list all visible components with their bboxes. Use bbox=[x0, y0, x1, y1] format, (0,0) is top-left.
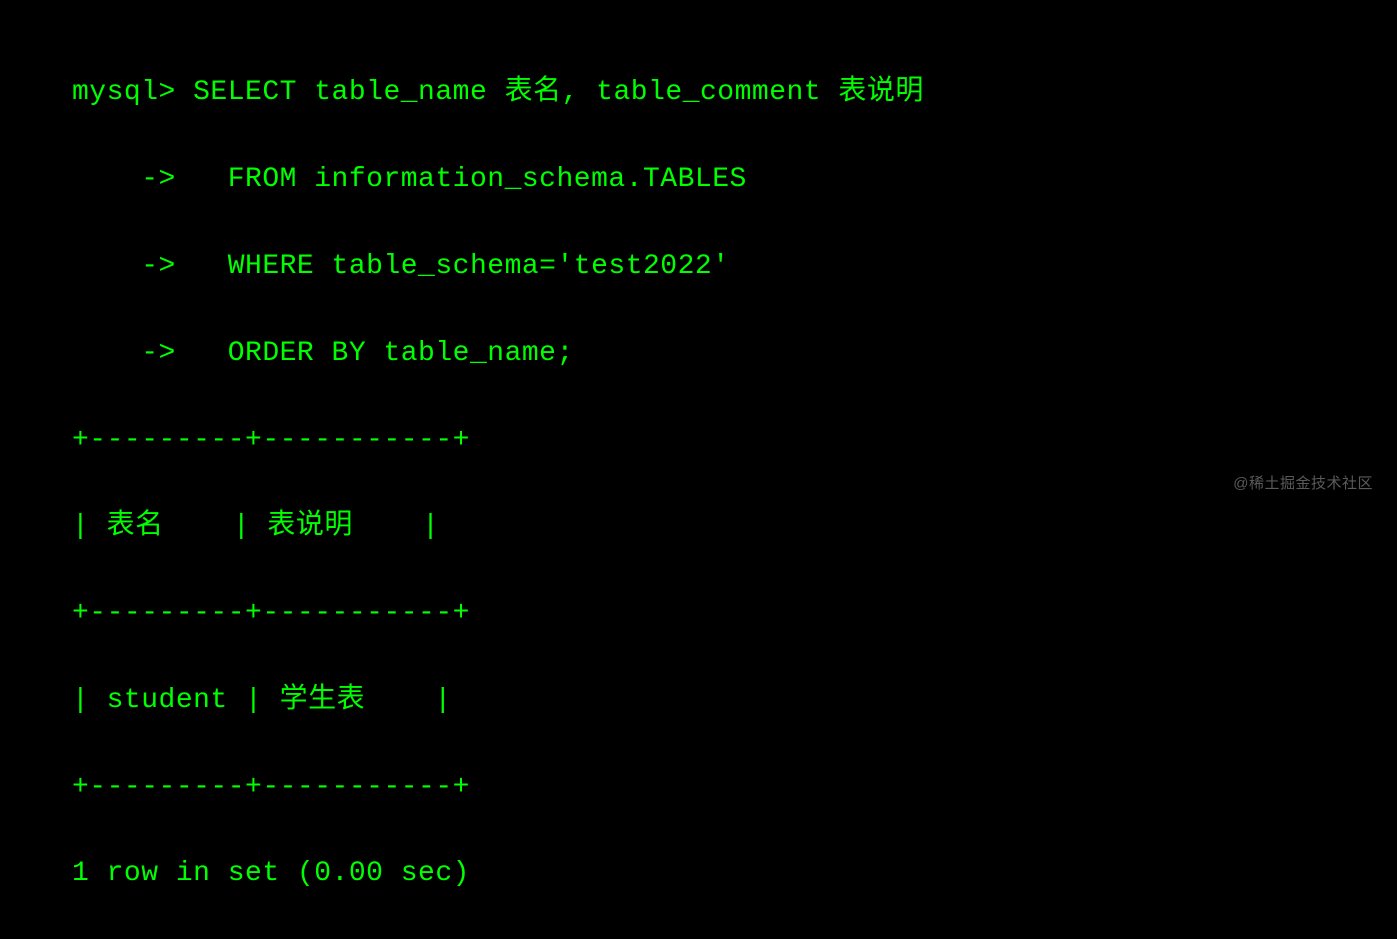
sql-command-line-1: mysql> SELECT table_name 表名, table_comme… bbox=[72, 71, 1397, 114]
table-header-row: | 表名 | 表说明 | bbox=[72, 505, 1397, 548]
sql-command-line-4: -> ORDER BY table_name; bbox=[72, 332, 1397, 375]
table-data-row: | student | 学生表 | bbox=[72, 679, 1397, 722]
table-border-middle: +---------+-----------+ bbox=[72, 592, 1397, 635]
sql-command-line-3: -> WHERE table_schema='test2022' bbox=[72, 245, 1397, 288]
watermark-text: @稀土掘金技术社区 bbox=[1233, 472, 1373, 493]
table-border-top: +---------+-----------+ bbox=[72, 419, 1397, 462]
table-border-bottom: +---------+-----------+ bbox=[72, 766, 1397, 809]
mysql-terminal-output: mysql> SELECT table_name 表名, table_comme… bbox=[72, 28, 1397, 939]
result-summary: 1 row in set (0.00 sec) bbox=[72, 852, 1397, 895]
sql-command-line-2: -> FROM information_schema.TABLES bbox=[72, 158, 1397, 201]
